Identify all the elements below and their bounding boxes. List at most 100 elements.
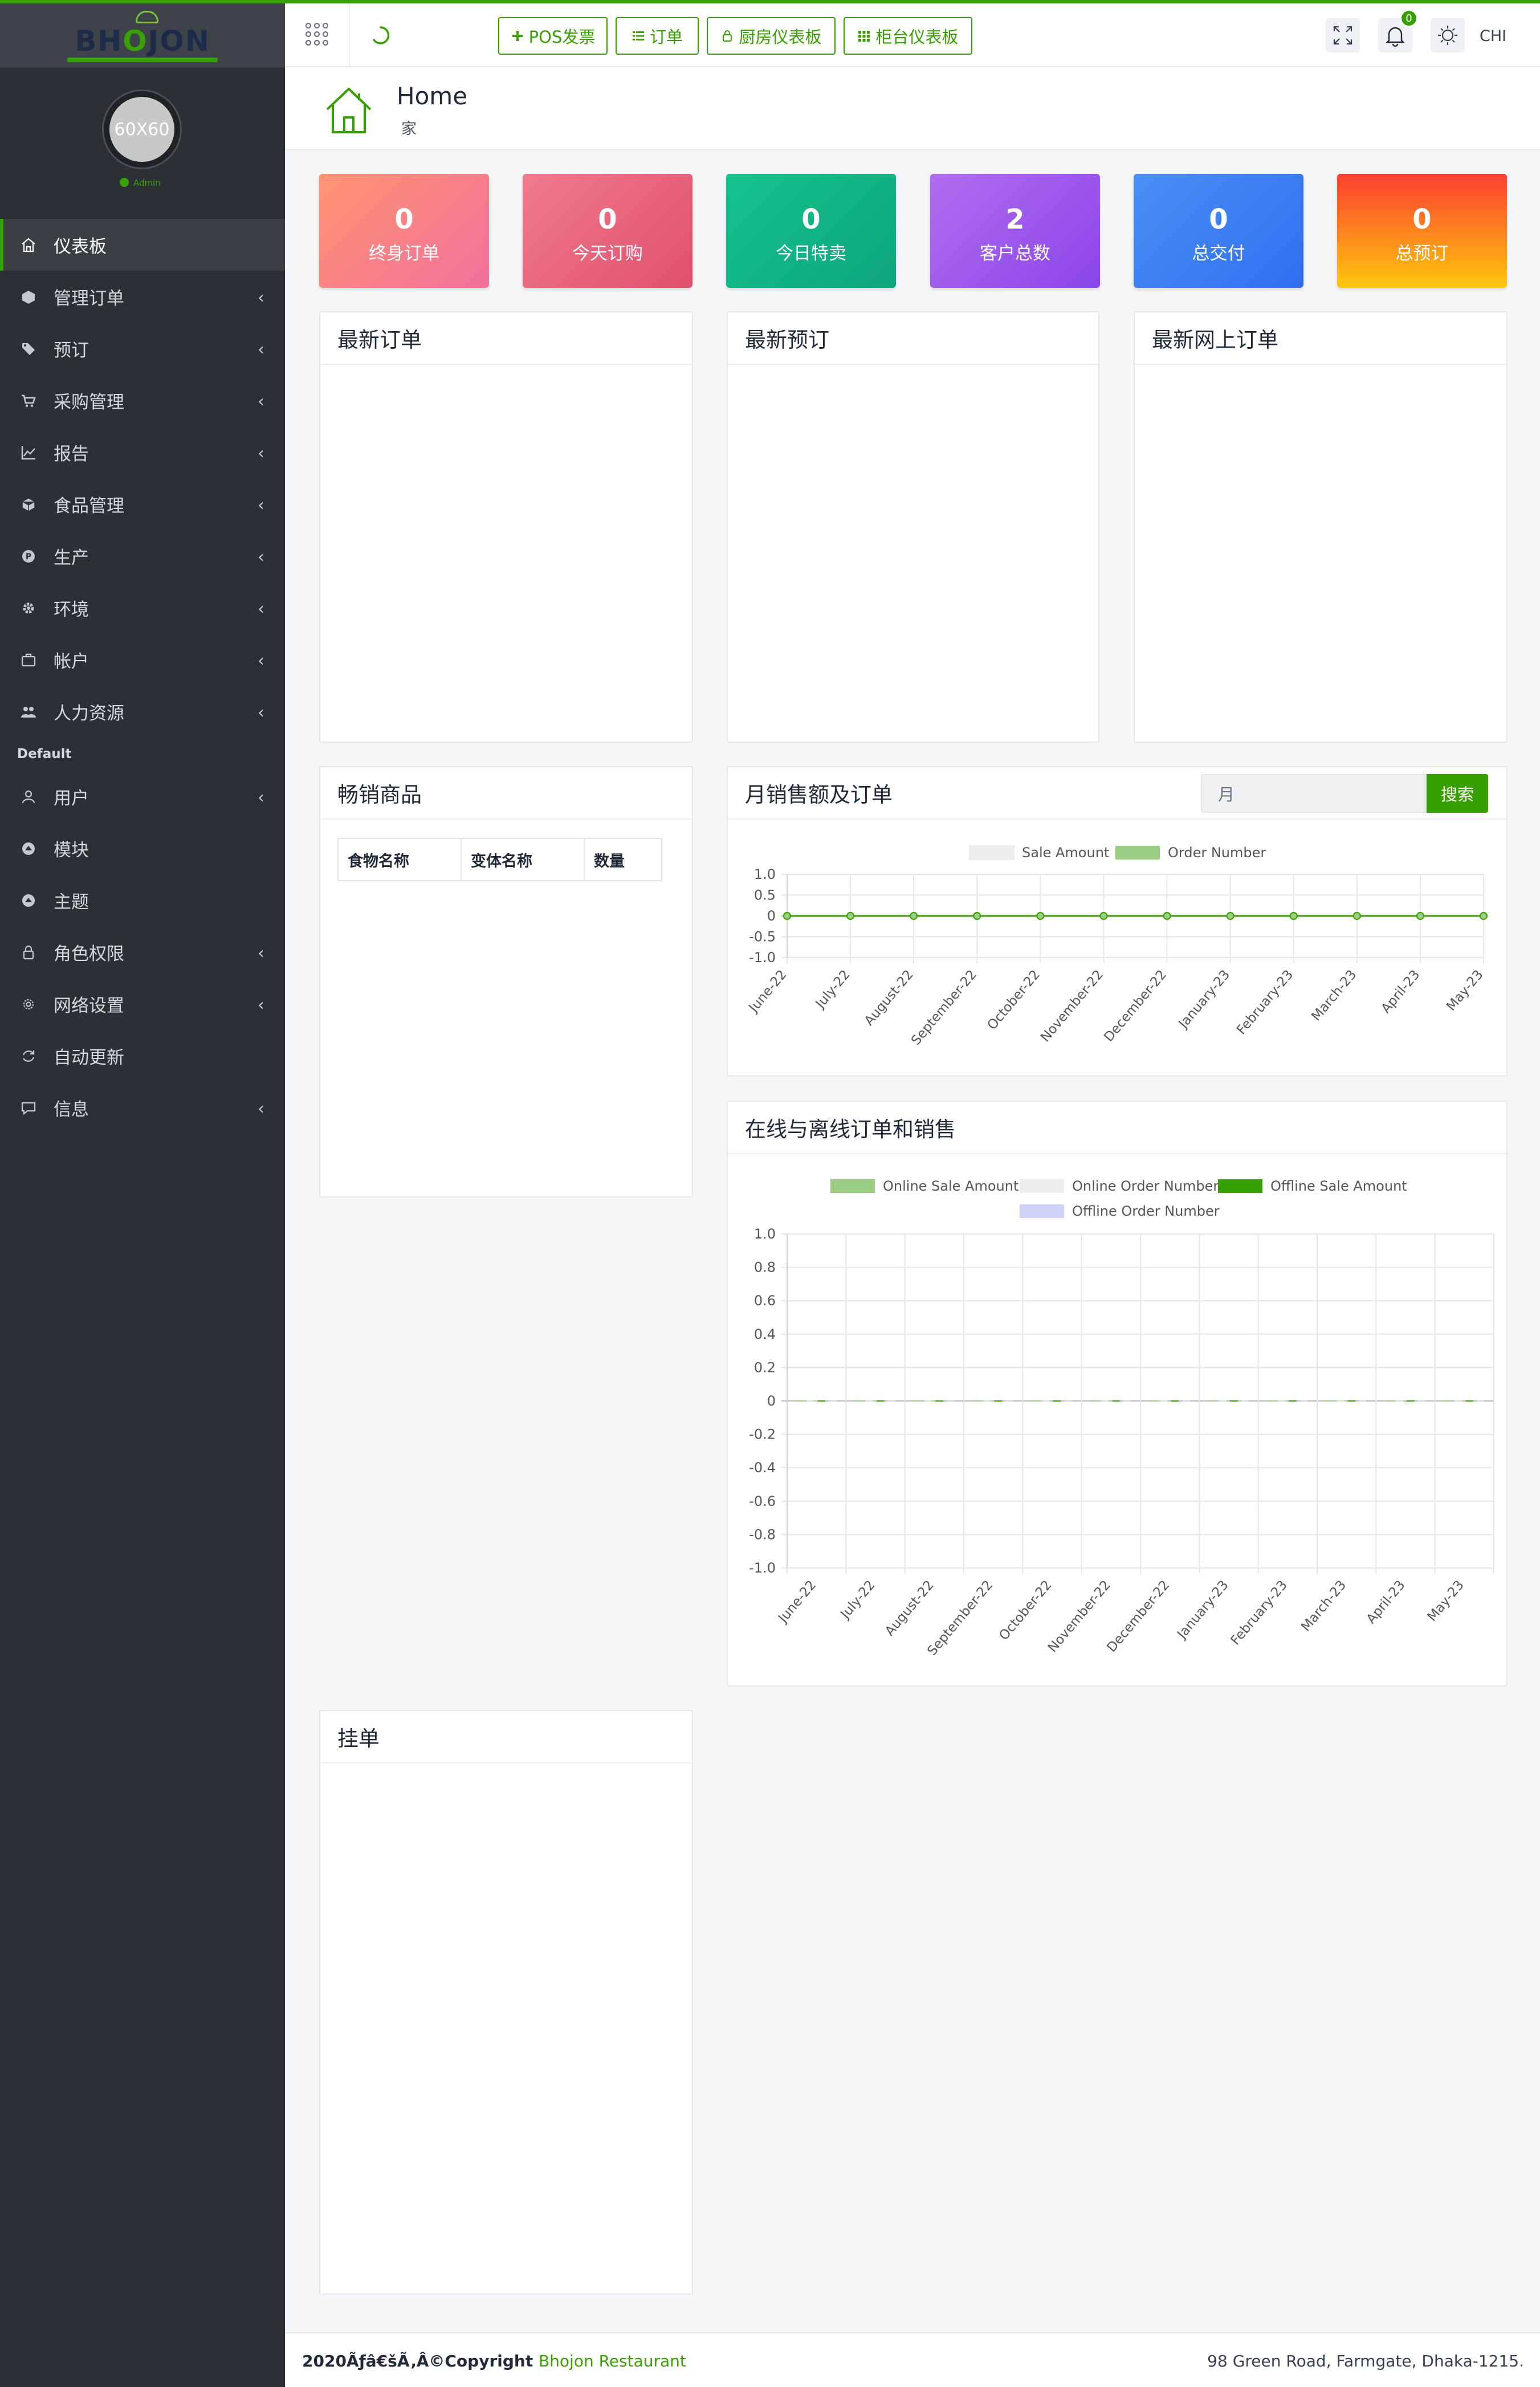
- bar[interactable]: [1289, 1400, 1297, 1402]
- bar[interactable]: [983, 1400, 991, 1402]
- bar[interactable]: [1407, 1400, 1415, 1402]
- bar[interactable]: [1090, 1400, 1098, 1402]
- stat-card-total-customers[interactable]: 2 客户总数: [930, 174, 1100, 288]
- sidebar-item-cart[interactable]: 采购管理 ‹: [0, 374, 285, 426]
- bar[interactable]: [1160, 1400, 1168, 1402]
- footer-brand-link[interactable]: Bhojon Restaurant: [539, 2352, 686, 2370]
- bar[interactable]: [877, 1400, 885, 1402]
- data-point[interactable]: [1163, 912, 1171, 920]
- bar[interactable]: [946, 1400, 955, 1402]
- bar[interactable]: [994, 1400, 1003, 1402]
- legend-item[interactable]: Offline Sale Amount: [1218, 1178, 1407, 1194]
- sidebar-item-briefcase[interactable]: 帐户 ‹: [0, 634, 285, 686]
- sidebar-item-chart-line[interactable]: 报告 ‹: [0, 426, 285, 478]
- bar[interactable]: [829, 1400, 837, 1402]
- bar[interactable]: [1042, 1400, 1050, 1402]
- bar[interactable]: [806, 1400, 814, 1402]
- bar[interactable]: [1266, 1400, 1274, 1402]
- bar[interactable]: [1171, 1400, 1179, 1402]
- sidebar-item-box[interactable]: 食品管理 ‹: [0, 478, 285, 530]
- bar[interactable]: [1476, 1400, 1485, 1402]
- month-search-input[interactable]: 月: [1201, 774, 1427, 813]
- bar[interactable]: [913, 1400, 921, 1402]
- bar[interactable]: [1241, 1400, 1249, 1402]
- bar[interactable]: [1031, 1400, 1039, 1402]
- legend-item[interactable]: Online Sale Amount: [830, 1178, 1018, 1194]
- bar[interactable]: [865, 1400, 873, 1402]
- table-header-variant-name[interactable]: 变体名称: [461, 838, 585, 881]
- legend-item[interactable]: Order Number: [1115, 845, 1266, 861]
- sidebar-item-theme[interactable]: 主题: [0, 874, 285, 926]
- data-point[interactable]: [1099, 912, 1108, 920]
- bar[interactable]: [795, 1400, 804, 1402]
- bar[interactable]: [1219, 1400, 1227, 1402]
- data-point[interactable]: [1289, 912, 1298, 920]
- table-header-quantity[interactable]: 数量: [584, 838, 662, 881]
- fullscreen-button[interactable]: [1326, 18, 1360, 52]
- sidebar-item-message[interactable]: 信息 ‹: [0, 1082, 285, 1134]
- bar[interactable]: [1230, 1400, 1238, 1402]
- data-point[interactable]: [1480, 912, 1488, 920]
- legend-item[interactable]: Sale Amount: [969, 845, 1109, 861]
- bar[interactable]: [972, 1400, 980, 1402]
- sidebar-item-user[interactable]: 用户 ‹: [0, 771, 285, 822]
- bar[interactable]: [1443, 1400, 1451, 1402]
- sidebar-toggle-icon[interactable]: [370, 25, 391, 46]
- counter-dashboard-button[interactable]: 柜台仪表板: [844, 17, 972, 55]
- bar[interactable]: [1465, 1400, 1473, 1402]
- bar[interactable]: [1347, 1400, 1356, 1402]
- bar[interactable]: [924, 1400, 932, 1402]
- bar[interactable]: [1148, 1400, 1157, 1402]
- bar[interactable]: [1123, 1400, 1131, 1402]
- bar[interactable]: [1277, 1400, 1286, 1402]
- sidebar-item-cube[interactable]: 管理订单 ‹: [0, 271, 285, 323]
- bar[interactable]: [887, 1400, 895, 1402]
- bar[interactable]: [1384, 1400, 1392, 1402]
- bar[interactable]: [1395, 1400, 1403, 1402]
- legend-item[interactable]: Offline Order Number: [1020, 1203, 1220, 1219]
- sidebar-item-refresh[interactable]: 自动更新: [0, 1030, 285, 1082]
- apps-grid-icon[interactable]: [304, 22, 329, 47]
- search-button[interactable]: 搜索: [1427, 774, 1488, 813]
- stat-card-today-orders[interactable]: 0 今天订购: [523, 174, 692, 288]
- logo-area[interactable]: BHOJON: [0, 0, 285, 67]
- language-selector[interactable]: CHI: [1480, 27, 1506, 45]
- bar[interactable]: [1299, 1400, 1308, 1402]
- stat-card-today-sales[interactable]: 0 今日特卖: [726, 174, 896, 288]
- orders-button[interactable]: 订单: [616, 17, 699, 55]
- bar[interactable]: [1454, 1400, 1462, 1402]
- sidebar-item-lock[interactable]: 角色权限 ‹: [0, 926, 285, 978]
- bar[interactable]: [1208, 1400, 1216, 1402]
- bar[interactable]: [1182, 1400, 1190, 1402]
- bar[interactable]: [1005, 1400, 1013, 1402]
- stat-card-total-reservations[interactable]: 0 总预订: [1337, 174, 1507, 288]
- stat-card-total-delivered[interactable]: 0 总交付: [1134, 174, 1303, 288]
- data-point[interactable]: [783, 912, 791, 920]
- sidebar-item-home[interactable]: 仪表板: [0, 219, 285, 271]
- bar[interactable]: [854, 1400, 862, 1402]
- brand-logo[interactable]: BHOJON: [51, 10, 234, 62]
- bar[interactable]: [817, 1400, 826, 1402]
- bar[interactable]: [935, 1400, 943, 1402]
- table-header-food-name[interactable]: 食物名称: [337, 838, 462, 881]
- bar[interactable]: [1337, 1400, 1345, 1402]
- data-point[interactable]: [1416, 912, 1424, 920]
- sidebar-item-gear[interactable]: 环境 ‹: [0, 582, 285, 634]
- bar[interactable]: [1325, 1400, 1334, 1402]
- data-point[interactable]: [973, 912, 981, 920]
- avatar[interactable]: 60X60: [104, 91, 180, 168]
- sidebar-item-users[interactable]: 人力资源 ‹: [0, 686, 285, 738]
- bar[interactable]: [1064, 1400, 1072, 1402]
- sidebar-item-tags[interactable]: 预订 ‹: [0, 323, 285, 374]
- bar[interactable]: [1359, 1400, 1367, 1402]
- bar[interactable]: [1417, 1400, 1425, 1402]
- data-point[interactable]: [1226, 912, 1235, 920]
- stat-card-lifetime-orders[interactable]: 0 终身订单: [319, 174, 489, 288]
- sidebar-item-settings[interactable]: 网络设置 ‹: [0, 978, 285, 1030]
- bar[interactable]: [1112, 1400, 1120, 1402]
- notifications-button[interactable]: 0: [1378, 9, 1418, 52]
- data-point[interactable]: [1036, 912, 1045, 920]
- data-point[interactable]: [910, 912, 918, 920]
- sidebar-item-product[interactable]: P 生产 ‹: [0, 530, 285, 582]
- pos-invoice-button[interactable]: POS发票: [498, 17, 608, 55]
